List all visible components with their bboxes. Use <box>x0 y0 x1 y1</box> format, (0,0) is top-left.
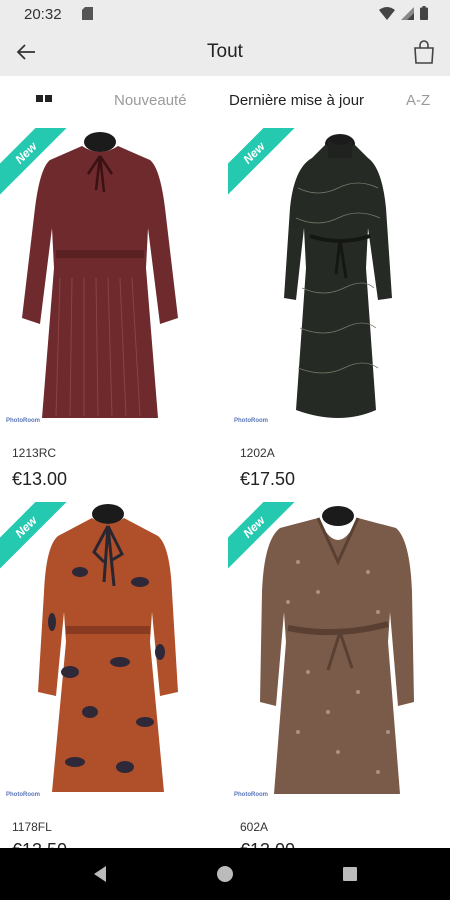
watermark-logo: PhotoRoom <box>234 792 268 798</box>
sort-last-updated[interactable]: Dernière mise à jour <box>229 92 364 109</box>
battery-icon <box>420 6 428 20</box>
signal-icon <box>401 6 414 20</box>
wifi-icon <box>379 6 395 20</box>
nav-back-icon[interactable] <box>90 864 110 884</box>
nav-recents-icon[interactable] <box>340 864 360 884</box>
product-card[interactable]: New PhotoRoom 602A €13.00 <box>228 502 450 860</box>
nav-home-icon[interactable] <box>215 864 235 884</box>
app-bar: Tout <box>0 28 450 76</box>
sd-card-icon <box>82 7 93 20</box>
page-title: Tout <box>207 41 243 62</box>
product-card[interactable]: New PhotoRoom 1202A €17.50 <box>228 128 450 500</box>
shopping-bag-icon[interactable] <box>412 39 436 65</box>
sort-newest[interactable]: Nouveauté <box>114 92 187 109</box>
product-image: New PhotoRoom <box>0 128 225 428</box>
product-image: New PhotoRoom <box>228 502 450 802</box>
product-code: 602A <box>240 820 269 834</box>
dress-image <box>38 504 178 792</box>
product-image: New PhotoRoom <box>228 128 450 428</box>
system-navigation-bar <box>0 848 450 900</box>
dress-image <box>22 132 178 418</box>
status-time: 20:32 <box>24 6 62 23</box>
product-card[interactable]: New PhotoRoom 1178FL €13.50 <box>0 502 225 860</box>
watermark-logo: PhotoRoom <box>6 792 40 798</box>
status-bar: 20:32 <box>0 0 450 28</box>
product-code: 1202A <box>240 446 275 460</box>
product-card[interactable]: New PhotoRoom 1213RC €13.00 <box>0 128 225 500</box>
product-image: New PhotoRoom <box>0 502 225 802</box>
watermark-logo: PhotoRoom <box>234 418 268 424</box>
product-code: 1178FL <box>12 820 52 834</box>
dress-image <box>284 134 392 418</box>
product-price: €13.00 <box>12 469 68 489</box>
dress-image <box>260 506 414 794</box>
watermark-logo: PhotoRoom <box>6 418 40 424</box>
product-price: €17.50 <box>240 469 296 489</box>
grid-view-toggle-icon[interactable] <box>36 95 52 103</box>
product-code: 1213RC <box>12 446 57 460</box>
status-icons <box>379 6 428 20</box>
sort-bar: Nouveauté Dernière mise à jour A-Z <box>0 76 450 124</box>
sort-alphabetical[interactable]: A-Z <box>406 92 430 109</box>
